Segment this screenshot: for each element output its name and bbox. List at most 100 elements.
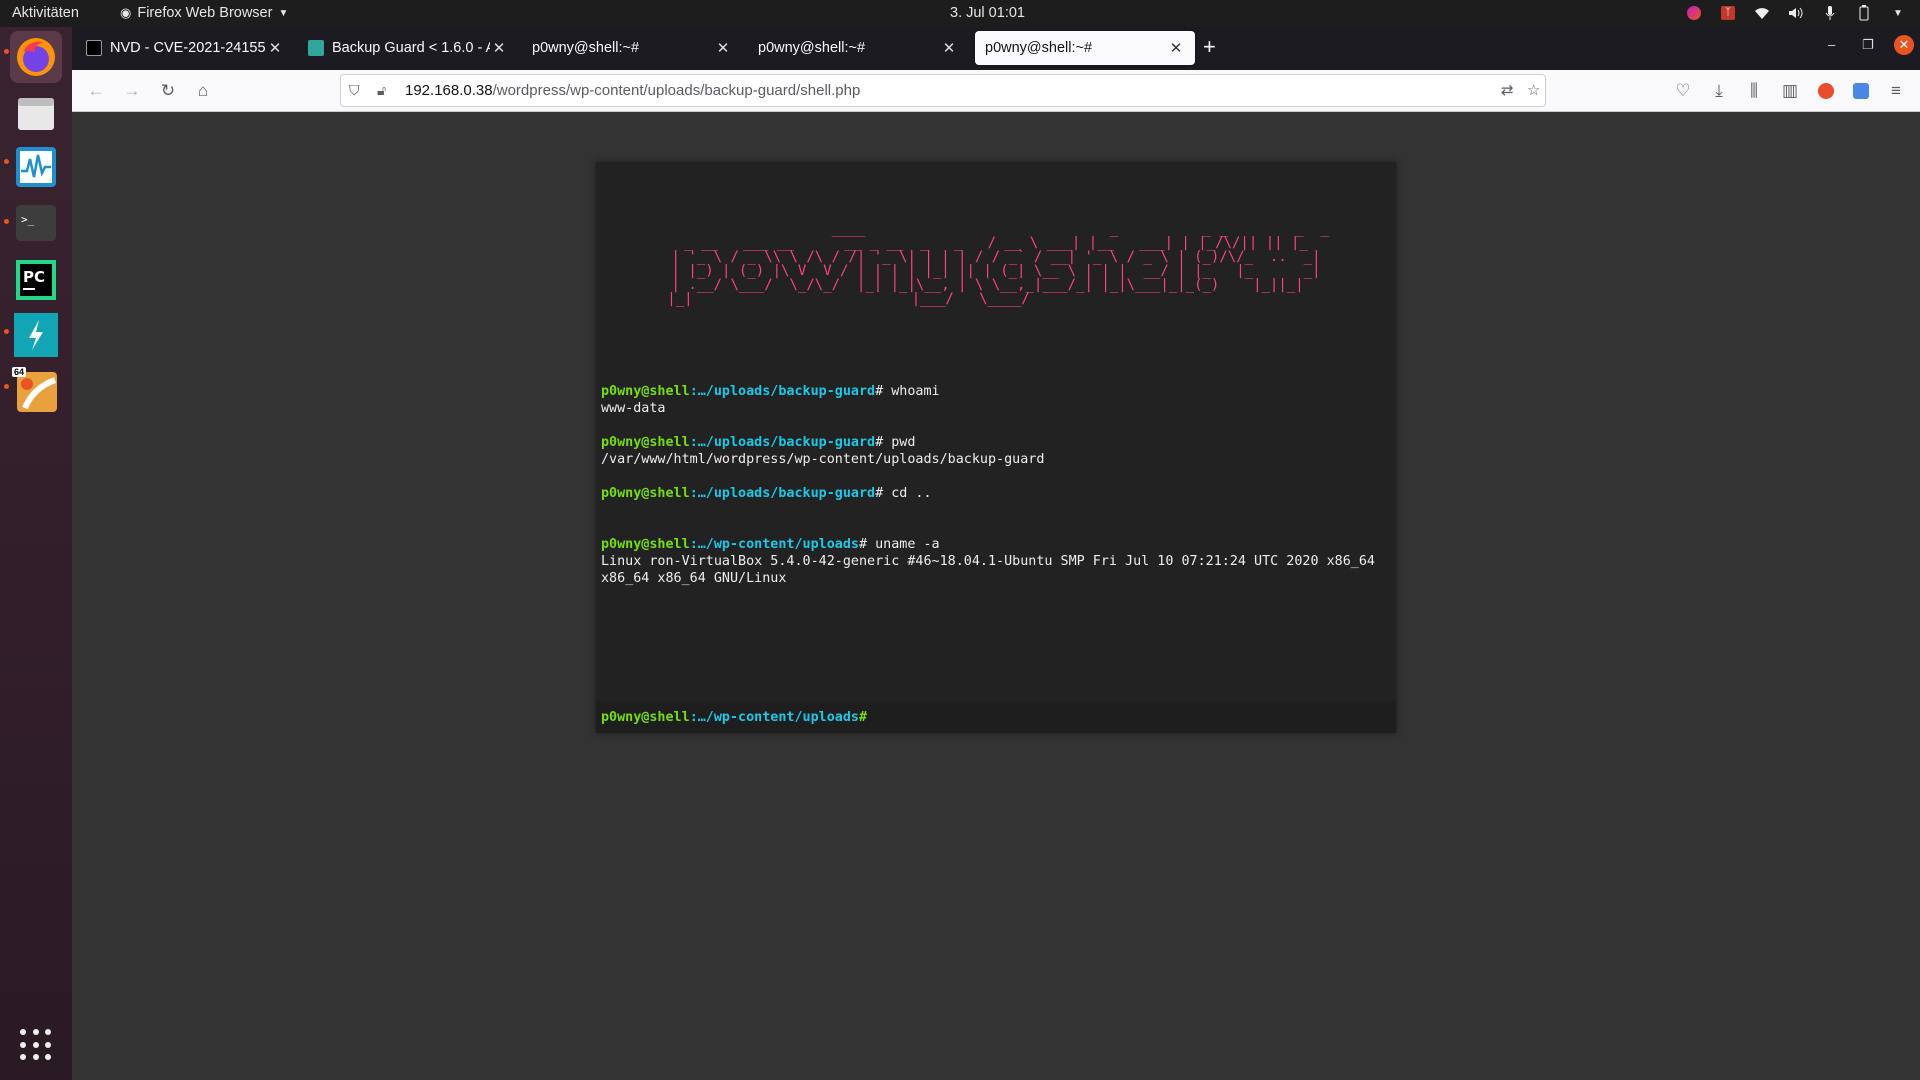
extension-icon[interactable]: [1814, 79, 1838, 103]
prompt-user-host: p0wny@shell: [601, 486, 690, 501]
page-content: ____ _ _ _ _ _ _ __ ___ __ __ _ __ _ _ /…: [72, 112, 1920, 1080]
flameshot-icon[interactable]: ᛉ: [1718, 3, 1738, 23]
tab-shell-3-active[interactable]: p0wny@shell:~# ✕: [975, 31, 1195, 65]
address-bar[interactable]: ⛉ 🔓︎ 192.168.0.38/wordpress/wp-content/u…: [340, 74, 1546, 107]
command-text: # cd ..: [875, 486, 932, 501]
running-indicator: [4, 219, 9, 224]
minimize-button[interactable]: –: [1828, 37, 1835, 52]
close-icon[interactable]: ✕: [266, 39, 284, 57]
downloads-icon[interactable]: ⤓: [1707, 79, 1731, 103]
shell-prompt-row[interactable]: p0wny@shell:…/wp-content/uploads #: [596, 702, 1396, 733]
command-output: www-data: [601, 401, 666, 416]
wpscan-favicon: [308, 40, 324, 56]
new-tab-button[interactable]: +: [1203, 36, 1216, 58]
prompt-cwd: :…/uploads/backup-guard: [689, 435, 876, 450]
prompt-hash: #: [859, 710, 868, 725]
prompt-user-host: p0wny@shell: [601, 710, 690, 725]
close-icon[interactable]: ✕: [490, 39, 508, 57]
running-indicator: [4, 384, 9, 389]
shell-output: p0wny@shell:…/uploads/backup-guard# whoa…: [601, 383, 1391, 604]
back-button[interactable]: ←: [84, 79, 108, 103]
dock-burp-icon[interactable]: 64: [10, 365, 62, 417]
banner-line: ____ _ _ _ _ _: [646, 221, 1346, 237]
tab-nvd[interactable]: NVD - CVE-2021-24155 ✕: [76, 31, 294, 65]
microphone-icon[interactable]: [1820, 3, 1840, 23]
command-output: x86_64 x86_64 GNU/Linux: [601, 571, 787, 586]
caret-down-icon: ▼: [278, 7, 289, 19]
ubuntu-dock: >_ PC 64: [0, 27, 72, 1080]
tab-shell-1[interactable]: p0wny@shell:~# ✕: [522, 31, 742, 65]
volume-icon[interactable]: [1786, 3, 1806, 23]
tab-title: p0wny@shell:~#: [532, 40, 640, 56]
reload-button[interactable]: ↻: [156, 79, 180, 103]
command-line: p0wny@shell:…/uploads/backup-guard# whoa…: [601, 383, 1391, 400]
tab-bar: NVD - CVE-2021-24155 ✕ Backup Guard < 1.…: [72, 27, 1920, 70]
command-line: p0wny@shell:…/wp-content/uploads# uname …: [601, 536, 1391, 553]
library-icon[interactable]: ⫼: [1742, 79, 1766, 103]
tab-title: Backup Guard < 1.6.0 - Au: [332, 40, 490, 56]
translate-icon[interactable]: ⇄: [1501, 81, 1514, 99]
pocket-icon[interactable]: ♡: [1671, 79, 1695, 103]
prompt-cwd: :…/uploads/backup-guard: [689, 384, 876, 399]
tab-title: p0wny@shell:~#: [758, 40, 866, 56]
show-applications-button[interactable]: [20, 1029, 52, 1061]
hamburger-menu-icon[interactable]: ≡: [1884, 79, 1908, 103]
activities-button[interactable]: Aktivitäten: [12, 5, 79, 21]
command-line: p0wny@shell:…/uploads/backup-guard# cd .…: [601, 485, 1391, 502]
dock-system-monitor-icon[interactable]: [10, 141, 62, 193]
banner-line: _ __ ___ __ __ _ __ _ _ / __ \ ___| |__ …: [675, 235, 1317, 251]
prompt-cwd: :…/uploads/backup-guard: [689, 486, 876, 501]
tracking-protection-icon[interactable]: ⛉: [349, 82, 369, 99]
battery-icon[interactable]: [1854, 3, 1874, 23]
running-indicator: [4, 49, 9, 54]
dock-zeal-icon[interactable]: [10, 309, 62, 361]
system-tray: ᛉ ▼: [1684, 3, 1908, 23]
app-menu[interactable]: ◉ Firefox Web Browser ▼: [120, 5, 288, 21]
tab-title: NVD - CVE-2021-24155: [110, 40, 266, 56]
prompt-user-host: p0wny@shell: [601, 537, 690, 552]
command-output: /var/www/html/wordpress/wp-content/uploa…: [601, 452, 1045, 467]
nvd-favicon: [86, 40, 102, 56]
close-icon[interactable]: ✕: [1167, 39, 1185, 57]
dock-firefox-icon[interactable]: [10, 31, 62, 83]
url-path: /wordpress/wp-content/uploads/backup-gua…: [492, 82, 861, 99]
navigation-toolbar: ← → ↻ ⌂ ⛉ 🔓︎ 192.168.0.38/wordpress/wp-c…: [72, 70, 1920, 112]
home-button[interactable]: ⌂: [191, 79, 215, 103]
insecure-lock-icon[interactable]: 🔓︎: [377, 82, 397, 99]
command-text: # whoami: [875, 384, 940, 399]
close-icon[interactable]: ✕: [714, 39, 732, 57]
banner-line: | |_) | (_) |\ V V / | | | | |_| || | (_…: [671, 263, 1321, 279]
tab-shell-2[interactable]: p0wny@shell:~# ✕: [748, 31, 968, 65]
tab-backup-guard[interactable]: Backup Guard < 1.6.0 - Au ✕: [298, 31, 518, 65]
prompt-user-host: p0wny@shell: [601, 435, 690, 450]
restore-button[interactable]: ❐: [1862, 37, 1874, 53]
firefox-app-icon: ◉: [120, 5, 132, 20]
dock-pycharm-icon[interactable]: PC: [10, 254, 62, 306]
close-icon[interactable]: ✕: [940, 39, 958, 57]
p0wny-shell: ____ _ _ _ _ _ _ __ ___ __ __ _ __ _ _ /…: [596, 162, 1396, 733]
color-picker-icon[interactable]: [1684, 3, 1704, 23]
url-host: 192.168.0.38: [405, 82, 493, 99]
dock-terminal-icon[interactable]: >_: [10, 197, 62, 249]
gnome-top-bar: Aktivitäten ◉ Firefox Web Browser ▼ 3. J…: [0, 0, 1920, 27]
banner-line: | '_ \ / _ \\ \ /\ / /| '_ \| | | | / / …: [671, 249, 1321, 265]
forward-button[interactable]: →: [120, 79, 144, 103]
dock-badge: 64: [12, 367, 27, 377]
bookmark-star-icon[interactable]: ☆: [1527, 81, 1540, 99]
translate-extension-icon[interactable]: [1849, 79, 1873, 103]
command-output: Linux ron-VirtualBox 5.4.0-42-generic #4…: [601, 554, 1375, 569]
sidebar-icon[interactable]: ▥: [1778, 79, 1802, 103]
command-input[interactable]: [871, 710, 1396, 725]
command-line: p0wny@shell:…/uploads/backup-guard# pwd: [601, 434, 1391, 451]
system-menu-caret-icon[interactable]: ▼: [1888, 3, 1908, 23]
dock-files-icon[interactable]: [10, 87, 62, 139]
svg-text:PC: PC: [23, 268, 45, 286]
wifi-icon[interactable]: [1752, 3, 1772, 23]
running-indicator: [4, 329, 9, 334]
window-close-button[interactable]: ✕: [1894, 35, 1914, 55]
clock[interactable]: 3. Jul 01:01: [950, 5, 1025, 21]
ascii-banner: ____ _ _ _ _ _ _ __ ___ __ __ _ __ _ _ /…: [596, 222, 1396, 306]
